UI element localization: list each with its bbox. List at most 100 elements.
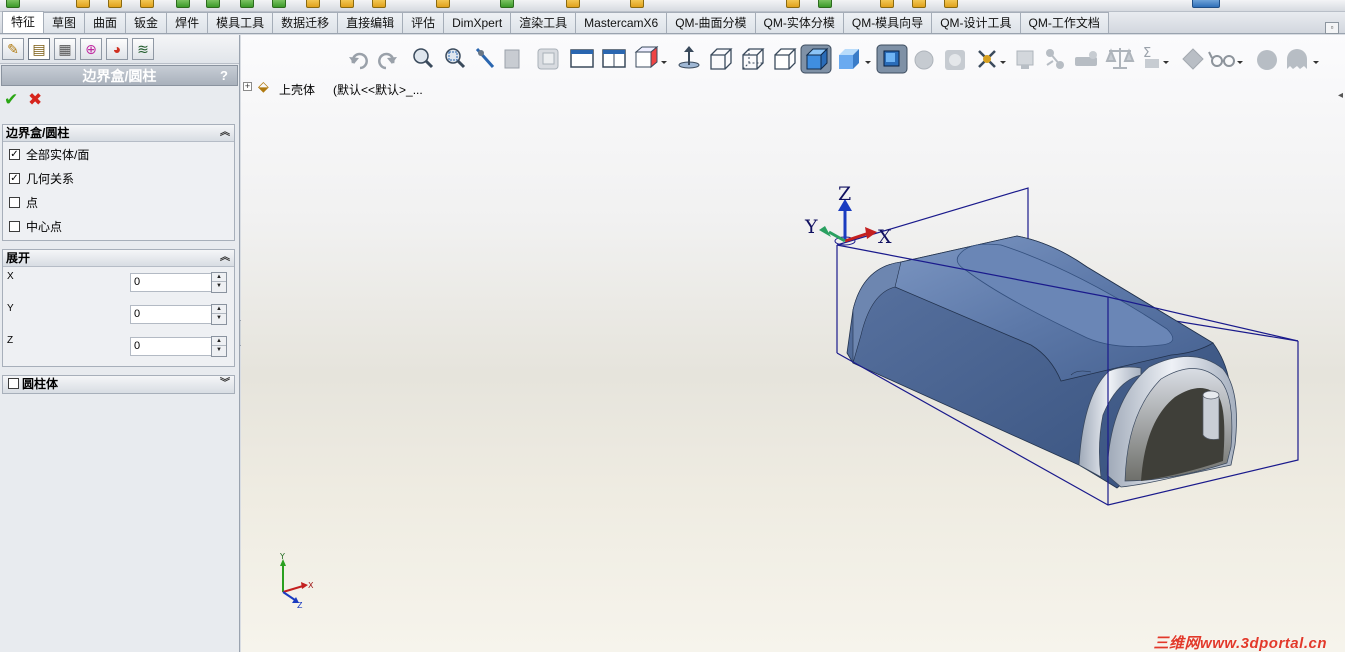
cylinder-group-title: 圆柱体 bbox=[22, 377, 59, 391]
spin-down-icon[interactable]: ▼ bbox=[212, 314, 226, 323]
expand-y-spinner[interactable]: ▲ ▼ bbox=[211, 304, 227, 325]
tab-qm-solid-parting[interactable]: QM-实体分模 bbox=[755, 12, 844, 33]
spin-down-icon[interactable]: ▼ bbox=[212, 282, 226, 291]
feature-tool-icon[interactable] bbox=[108, 0, 122, 8]
reference-triad: Y X Z bbox=[279, 552, 314, 610]
tab-sketch[interactable]: 草图 bbox=[44, 12, 86, 33]
option-all-bodies-label: 全部实体/面 bbox=[26, 147, 90, 162]
tab-features[interactable]: 特征 bbox=[2, 11, 45, 33]
option-all-bodies[interactable]: ✓ 全部实体/面 bbox=[3, 142, 234, 166]
help-button[interactable]: ? bbox=[217, 67, 231, 84]
tab-direct-editing[interactable]: 直接编辑 bbox=[338, 12, 404, 33]
checkbox-point[interactable] bbox=[9, 196, 20, 208]
expand-icon[interactable]: ︾ bbox=[220, 376, 230, 392]
spin-down-icon[interactable]: ▼ bbox=[212, 346, 226, 355]
origin-triad[interactable]: Z X Y bbox=[804, 183, 892, 248]
collapse-icon[interactable]: ︽ bbox=[220, 250, 230, 266]
feature-tool-icon[interactable] bbox=[76, 0, 90, 8]
option-point[interactable]: 点 bbox=[3, 190, 234, 214]
axis-y-label: Y bbox=[804, 216, 818, 238]
feature-tool-icon[interactable] bbox=[6, 0, 20, 8]
property-manager-title: 边界盒/圆柱 ? bbox=[1, 65, 238, 86]
feature-tool-icon[interactable] bbox=[306, 0, 320, 8]
dimxpert-manager-icon[interactable]: ⊕ bbox=[80, 38, 102, 60]
feature-tool-icon[interactable] bbox=[566, 0, 580, 8]
expand-z-input[interactable]: 0 bbox=[130, 337, 212, 356]
expand-group-header[interactable]: 展开 ︽ bbox=[3, 250, 234, 267]
feature-tool-icon[interactable] bbox=[436, 0, 450, 8]
tab-qm-surface-parting[interactable]: QM-曲面分模 bbox=[667, 12, 756, 33]
expand-y-row: Y 0 ▲ ▼ bbox=[3, 299, 234, 331]
cylinder-group-header[interactable]: 圆柱体 ︾ bbox=[3, 376, 234, 393]
tab-render-tools[interactable]: 渲染工具 bbox=[511, 12, 577, 33]
property-manager-icon[interactable]: ▤ bbox=[28, 38, 50, 60]
expand-z-row: Z 0 ▲ ▼ bbox=[3, 331, 234, 363]
option-relations-label: 几何关系 bbox=[26, 171, 75, 186]
spin-up-icon[interactable]: ▲ bbox=[212, 273, 226, 282]
expand-z-spinner[interactable]: ▲ ▼ bbox=[211, 336, 227, 357]
expand-x-spinner[interactable]: ▲ ▼ bbox=[211, 272, 227, 293]
model-scene: Z X Y bbox=[804, 183, 1299, 506]
expand-x-label: X bbox=[7, 271, 14, 282]
option-center-point[interactable]: 中心点 bbox=[3, 214, 234, 238]
feature-tool-icon[interactable] bbox=[140, 0, 154, 8]
feature-manager-icon[interactable]: ✎ bbox=[2, 38, 24, 60]
option-relations[interactable]: ✓ 几何关系 bbox=[3, 166, 234, 190]
bbox-group-header[interactable]: 边界盒/圆柱 ︽ bbox=[3, 125, 234, 142]
tab-qm-design-tools[interactable]: QM-设计工具 bbox=[932, 12, 1021, 33]
feature-tool-icon[interactable] bbox=[272, 0, 286, 8]
feature-tool-icon[interactable] bbox=[818, 0, 832, 8]
display-manager-icon[interactable]: ◕ bbox=[106, 38, 128, 60]
feature-tool-icon[interactable] bbox=[880, 0, 894, 8]
ref-axis-y-label: Y bbox=[279, 552, 285, 561]
spin-up-icon[interactable]: ▲ bbox=[212, 337, 226, 346]
custom-manager-icon[interactable]: ≋ bbox=[132, 38, 154, 60]
command-manager-icons-strip bbox=[0, 0, 1345, 12]
expand-z-label: Z bbox=[7, 335, 14, 346]
tab-qm-mold-wizard[interactable]: QM-模具向导 bbox=[843, 12, 933, 33]
checkbox-cylinder[interactable] bbox=[8, 378, 19, 389]
tab-mold-tools[interactable]: 模具工具 bbox=[208, 12, 274, 33]
collapse-icon[interactable]: ︽ bbox=[220, 125, 230, 141]
feature-tool-icon[interactable] bbox=[500, 0, 514, 8]
feature-tool-icon[interactable] bbox=[206, 0, 220, 8]
feature-tool-icon[interactable] bbox=[944, 0, 958, 8]
expand-y-label: Y bbox=[7, 303, 14, 314]
solidworks-window: 特征 草图 曲面 钣金 焊件 模具工具 数据迁移 直接编辑 评估 DimXper… bbox=[0, 0, 1345, 652]
tab-qm-work-docs[interactable]: QM-工作文档 bbox=[1020, 12, 1109, 33]
tab-data-migration[interactable]: 数据迁移 bbox=[273, 12, 339, 33]
watermark-text: 三维网www.3dportal.cn bbox=[1153, 635, 1327, 652]
checkbox-relations[interactable]: ✓ bbox=[9, 172, 20, 184]
tab-bar-close-icon[interactable]: ▫ bbox=[1325, 22, 1339, 34]
feature-tool-icon[interactable] bbox=[240, 0, 254, 8]
checkbox-all-bodies[interactable]: ✓ bbox=[9, 148, 20, 160]
ok-button[interactable]: ✔ bbox=[4, 91, 20, 108]
checkbox-center-point[interactable] bbox=[9, 220, 20, 232]
tab-dimxpert[interactable]: DimXpert bbox=[444, 12, 512, 33]
cylinder-group: 圆柱体 ︾ bbox=[2, 375, 235, 394]
feature-tool-icon[interactable] bbox=[340, 0, 354, 8]
feature-tool-icon[interactable] bbox=[372, 0, 386, 8]
task-pane-arrow-icon[interactable]: ◂ bbox=[1338, 90, 1343, 101]
feature-tool-icon[interactable] bbox=[912, 0, 926, 8]
expand-y-input[interactable]: 0 bbox=[130, 305, 212, 324]
bbox-options-group: 边界盒/圆柱 ︽ ✓ 全部实体/面 ✓ 几何关系 点 中心点 bbox=[2, 124, 235, 241]
feature-tool-icon[interactable] bbox=[176, 0, 190, 8]
configuration-manager-icon[interactable]: ▦ bbox=[54, 38, 76, 60]
shell-part-body[interactable] bbox=[846, 235, 1237, 489]
cancel-button[interactable]: ✖ bbox=[28, 91, 44, 108]
tab-sheet-metal[interactable]: 钣金 bbox=[126, 12, 168, 33]
tab-mastercam[interactable]: MastercamX6 bbox=[576, 12, 668, 33]
expand-x-input[interactable]: 0 bbox=[130, 273, 212, 292]
ref-axis-z-label: Z bbox=[297, 601, 303, 610]
tab-surfaces[interactable]: 曲面 bbox=[85, 12, 127, 33]
tab-weldments[interactable]: 焊件 bbox=[167, 12, 209, 33]
feature-tool-icon[interactable] bbox=[630, 0, 644, 8]
axis-z-label: Z bbox=[838, 183, 851, 205]
option-point-label: 点 bbox=[26, 195, 39, 210]
feature-tool-icon[interactable] bbox=[786, 0, 800, 8]
graphics-area[interactable]: Σ + ⬙ 上壳体 (默认<<默认>_... Z X Y Y X Z ◂ 三维网… bbox=[241, 35, 1345, 652]
feature-tool-icon[interactable] bbox=[1192, 0, 1220, 8]
spin-up-icon[interactable]: ▲ bbox=[212, 305, 226, 314]
tab-evaluate[interactable]: 评估 bbox=[403, 12, 445, 33]
